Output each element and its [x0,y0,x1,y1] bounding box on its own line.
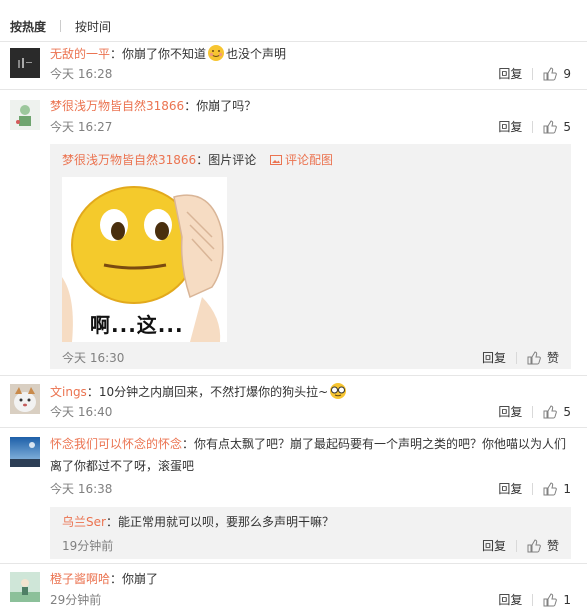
like-button[interactable]: 赞 [527,349,559,366]
thumbs-up-icon [527,538,541,553]
comment-body: 怀念我们可以怀念的怀念：你有点太飘了吧？崩了最起码要有一个声明之类的吧？你他喵以… [50,433,571,477]
image-icon [270,151,283,165]
comment-time: 29分钟前 [50,593,102,607]
action-divider [532,121,534,133]
divider [0,375,587,376]
reply-username-link[interactable]: 梦很浅万物皆自然31866 [62,153,196,167]
comment-item: 文ings：10分钟之内崩回来，不然打爆你的狗头拉~ 今天 16:40 回复 5 [0,382,587,427]
action-divider [532,483,534,495]
thumbs-up-icon [543,593,558,607]
sticker-image[interactable]: 啊...这... [62,177,227,342]
like-count: 5 [563,120,571,134]
comment-text: ：你崩了你不知道 [110,47,207,61]
sort-tabs: 按热度 按时间 [10,18,111,34]
username-link[interactable]: 无敌的一平 [50,47,110,61]
reply-button[interactable]: 回复 [482,349,506,366]
like-label: 赞 [546,539,559,553]
like-button[interactable]: 1 [543,592,571,608]
comment-item: 怀念我们可以怀念的怀念：你有点太飘了吧？崩了最起码要有一个声明之类的吧？你他喵以… [0,433,587,561]
reply-button[interactable]: 回复 [482,537,506,554]
username-link[interactable]: 梦很浅万物皆自然31866 [50,99,184,113]
like-button[interactable]: 赞 [527,537,559,554]
comment-body: 梦很浅万物皆自然31866：你崩了吗？ [50,96,571,116]
comment-picture-link[interactable]: 评论配图 [270,153,333,167]
action-divider [532,68,534,80]
comment-time: 今天 16:27 [50,120,113,134]
reply-text: ：能正常用就可以呗，要那么多声明干嘛？ [105,515,334,529]
comment-actions: 回复 1 [498,592,571,608]
reply-time: 今天 16:30 [62,351,125,365]
like-button[interactable]: 5 [543,119,571,135]
comment-item: 无敌的一平：你崩了你不知道 也没个声明 今天 16:28 回复 9 [0,44,587,89]
reply-actions: 回复 赞 [482,537,559,554]
divider [0,563,587,564]
reply-button[interactable]: 回复 [498,119,522,135]
reply-button[interactable]: 回复 [498,66,522,82]
comment-text: ：你崩了吗？ [184,99,257,113]
reply-text: ：图片评论 [196,153,257,167]
reply-body: 乌兰Ser：能正常用就可以呗，要那么多声明干嘛？ [62,512,334,532]
comment-text: 也没个声明 [226,47,287,61]
reply-button[interactable]: 回复 [498,404,522,420]
reply-username-link[interactable]: 乌兰Ser [62,515,106,529]
avatar[interactable] [10,572,40,602]
comment-text: ：10分钟之内崩回来，不然打爆你的狗头拉~ [86,385,329,399]
action-divider [532,594,534,606]
reply-button[interactable]: 回复 [498,481,522,497]
comment-body: 无敌的一平：你崩了你不知道 也没个声明 [50,44,571,64]
comment-actions: 回复 1 [498,481,571,497]
hug-emoji-icon [207,44,225,62]
avatar[interactable] [10,437,40,467]
avatar[interactable] [10,48,40,78]
comment-time: 今天 16:38 [50,482,113,496]
comment-body: 文ings：10分钟之内崩回来，不然打爆你的狗头拉~ [50,382,571,402]
like-label: 赞 [546,351,559,365]
avatar[interactable] [10,384,40,414]
comment-text: ：你崩了 [110,572,159,586]
comment-actions: 回复 9 [498,66,571,82]
comment-item: 橙子酱啊哈：你崩了 29分钟前 回复 1 [0,569,587,615]
divider [0,427,587,428]
like-count: 1 [563,482,571,496]
action-divider [532,406,534,418]
comment-time: 今天 16:40 [50,405,113,419]
comment-picture-label: 评论配图 [285,153,334,167]
sticker-caption: 啊...这... [90,313,184,337]
reply-time: 19分钟前 [62,539,114,553]
action-divider [515,539,517,552]
like-count: 9 [563,67,571,81]
reply-box: 梦很浅万物皆自然31866：图片评论 评论配图 啊...这... 今天 16:3… [50,144,571,369]
comment-actions: 回复 5 [498,404,571,420]
comment-item: 梦很浅万物皆自然31866：你崩了吗？ 今天 16:27 回复 5 梦很浅万物皆… [0,96,587,376]
sort-by-hot-tab[interactable]: 按热度 [10,18,46,35]
like-count: 1 [563,593,571,607]
thumbs-up-icon [543,405,558,419]
thumbs-up-icon [543,67,558,81]
username-link[interactable]: 怀念我们可以怀念的怀念 [50,437,182,451]
thumbs-up-icon [543,120,558,134]
comment-actions: 回复 5 [498,119,571,135]
thumbs-up-icon [527,350,541,365]
username-link[interactable]: 文ings [50,385,87,399]
reply-actions: 回复 赞 [482,349,559,366]
sort-by-time-tab[interactable]: 按时间 [75,18,111,35]
divider [0,41,587,42]
like-button[interactable]: 5 [543,404,571,420]
thumbs-up-icon [543,482,558,496]
glasses-emoji-icon [329,382,347,400]
like-button[interactable]: 1 [543,481,571,497]
comment-time: 今天 16:28 [50,67,113,81]
tab-divider [60,20,62,32]
reply-box: 乌兰Ser：能正常用就可以呗，要那么多声明干嘛？ 19分钟前 回复 赞 [50,507,571,559]
comment-body: 橙子酱啊哈：你崩了 [50,569,571,589]
reply-body: 梦很浅万物皆自然31866：图片评论 评论配图 [62,150,333,170]
action-divider [515,351,517,364]
divider [0,89,587,90]
reply-button[interactable]: 回复 [498,592,522,608]
like-count: 5 [563,405,571,419]
like-button[interactable]: 9 [543,66,571,82]
avatar[interactable] [10,100,40,130]
username-link[interactable]: 橙子酱啊哈 [50,572,110,586]
